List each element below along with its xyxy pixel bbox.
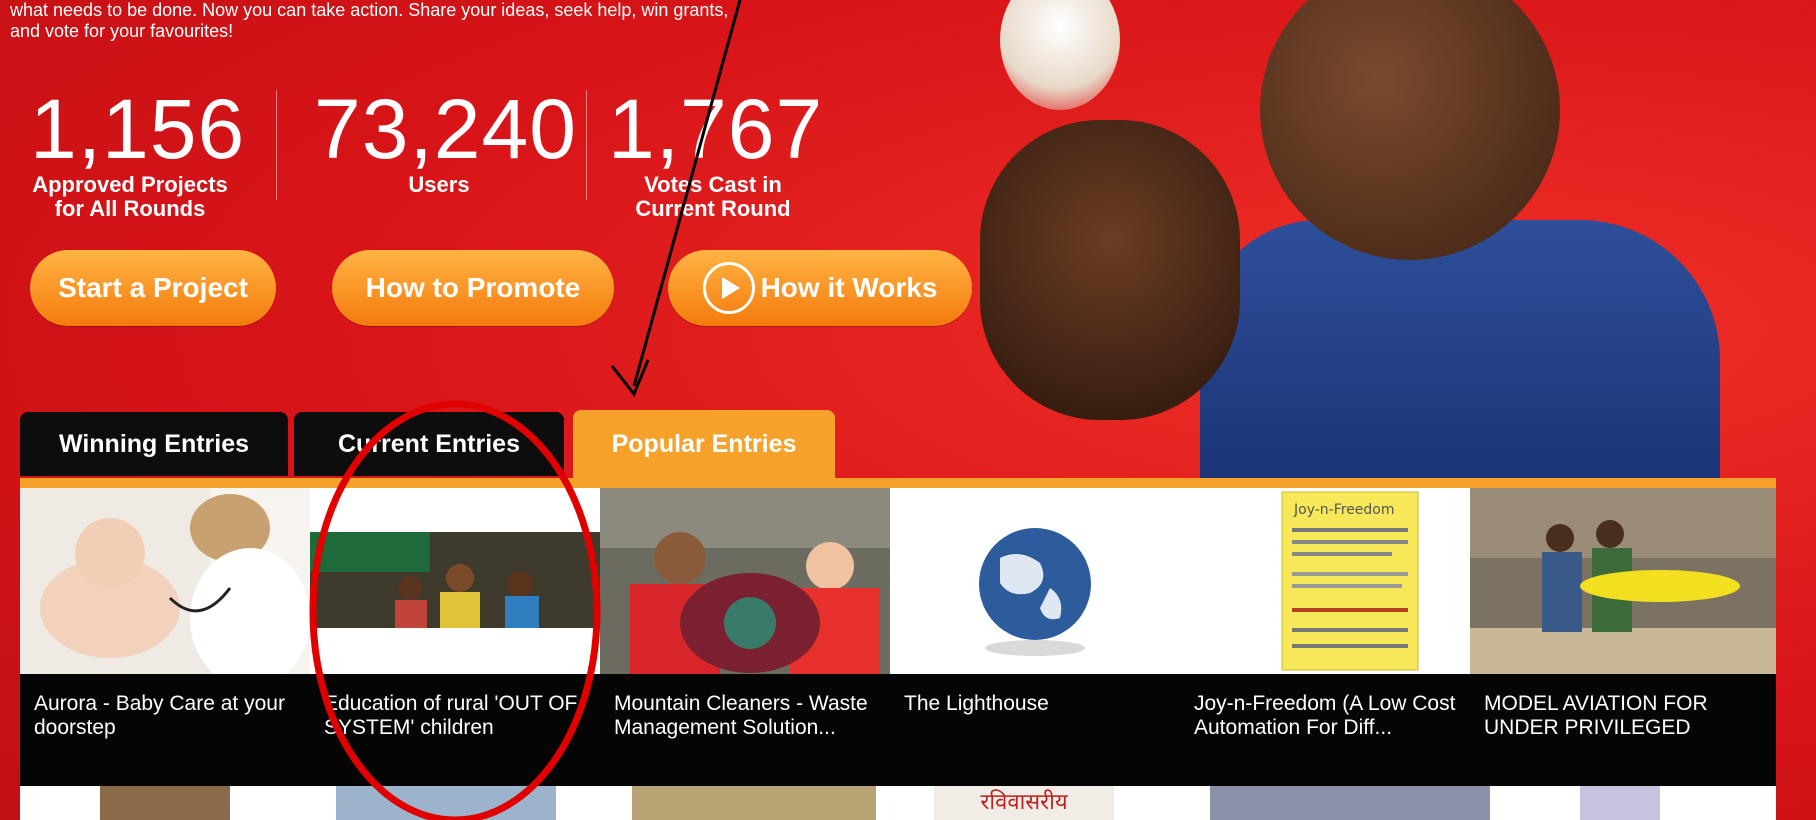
stat-number: 1,767: [608, 82, 824, 176]
entry-title[interactable]: MODEL AVIATION FOR UNDER PRIVILEGED: [1470, 674, 1776, 786]
how-to-promote-label: How to Promote: [365, 272, 581, 303]
start-project-label: Start a Project: [58, 272, 248, 303]
tab-label: Winning Entries: [58, 429, 250, 458]
entry-title[interactable]: The Lighthouse: [890, 674, 1180, 786]
stat-number: 73,240: [314, 82, 577, 176]
newspaper-sign: रविवासरीय: [980, 790, 1068, 815]
hero-shirt: [1200, 220, 1720, 480]
entry-title[interactable]: Mountain Cleaners - Waste Management Sol…: [600, 674, 890, 786]
stat-label-line-1: Approved Projects: [32, 172, 228, 197]
start-project-button[interactable]: Start a Project: [30, 250, 276, 326]
entry-thumbnail-row2[interactable]: [1210, 786, 1490, 820]
tab-current-entries[interactable]: Current Entries: [294, 412, 564, 476]
stat-users: 73,240 Users: [314, 82, 577, 197]
tab-label: Current Entries: [338, 429, 520, 458]
entries-row-2: रविवासरीय: [20, 786, 1776, 820]
entry-thumbnail[interactable]: [890, 488, 1180, 674]
entry-thumbnail-row2[interactable]: [100, 786, 230, 820]
entry-card-mountain-cleaners[interactable]: Mountain Cleaners - Waste Management Sol…: [600, 488, 890, 788]
entry-thumbnail[interactable]: Joy-n-Freedom: [1180, 488, 1470, 674]
entry-card-education-rural[interactable]: Education of rural 'OUT OF SYSTEM' child…: [310, 488, 600, 788]
intro-text: what needs to be done. Now you can take …: [10, 0, 1010, 42]
stat-label-line-2: for All Rounds: [54, 196, 206, 221]
stat-divider: [276, 90, 277, 200]
entry-thumbnail-row2[interactable]: [1580, 786, 1660, 820]
page: what needs to be done. Now you can take …: [0, 0, 1816, 820]
tab-underline: [20, 478, 1776, 488]
entry-card-joy-n-freedom[interactable]: Joy-n-Freedom Joy-n-Freedom (A Low Cost …: [1180, 488, 1470, 788]
entry-card-aurora[interactable]: Aurora - Baby Care at your doorstep: [20, 488, 310, 788]
stat-divider: [586, 90, 587, 200]
how-it-works-label: How it Works: [760, 272, 938, 303]
entry-thumbnail[interactable]: [20, 488, 310, 674]
stat-label-line-1: Votes Cast in: [644, 172, 782, 197]
entry-title[interactable]: Aurora - Baby Care at your doorstep: [20, 674, 310, 786]
entry-title[interactable]: Joy-n-Freedom (A Low Cost Automation For…: [1180, 674, 1470, 786]
stat-number: 1,156: [30, 82, 246, 176]
poster-image: Joy-n-Freedom: [1180, 488, 1470, 674]
hero-image: [940, 0, 1816, 480]
entry-title[interactable]: Education of rural 'OUT OF SYSTEM' child…: [310, 674, 600, 786]
hero-hands: [980, 120, 1240, 420]
tab-winning-entries[interactable]: Winning Entries: [20, 412, 288, 476]
lightbulb-image: [1000, 0, 1120, 110]
entry-card-lighthouse[interactable]: The Lighthouse: [890, 488, 1180, 788]
entry-thumbnail-row2[interactable]: [632, 786, 876, 820]
entry-card-model-aviation[interactable]: MODEL AVIATION FOR UNDER PRIVILEGED: [1470, 488, 1776, 788]
children-classroom-image: [310, 488, 600, 674]
globe-image: [890, 488, 1180, 674]
how-to-promote-button[interactable]: How to Promote: [332, 250, 614, 326]
entry-thumbnail-row2[interactable]: रविवासरीय: [934, 786, 1114, 820]
tab-popular-entries[interactable]: Popular Entries: [573, 410, 835, 478]
entry-thumbnail[interactable]: [600, 488, 890, 674]
popular-entries-grid: Aurora - Baby Care at your doorstep Educ…: [20, 488, 1776, 820]
entry-thumbnail-row2[interactable]: [336, 786, 556, 820]
baby-care-image: [20, 488, 310, 674]
intro-line-1: what needs to be done. Now you can take …: [10, 0, 729, 20]
play-icon: [702, 262, 755, 314]
stat-label-line-1: Users: [408, 172, 470, 197]
entry-thumbnail[interactable]: [1470, 488, 1776, 674]
intro-line-2: and vote for your favourites!: [10, 21, 234, 41]
entry-thumbnail[interactable]: [310, 488, 600, 674]
model-plane-image: [1470, 488, 1776, 674]
poster-title: Joy-n-Freedom: [1293, 502, 1395, 518]
stat-label-line-2: Current Round: [635, 196, 791, 221]
volunteers-shirt-image: [600, 488, 890, 674]
stat-votes-cast: 1,767 Votes Cast in Current Round: [608, 82, 824, 221]
tab-label: Popular Entries: [611, 429, 797, 458]
how-it-works-button[interactable]: How it Works: [668, 250, 972, 326]
stat-approved-projects: 1,156 Approved Projects for All Rounds: [30, 82, 246, 221]
